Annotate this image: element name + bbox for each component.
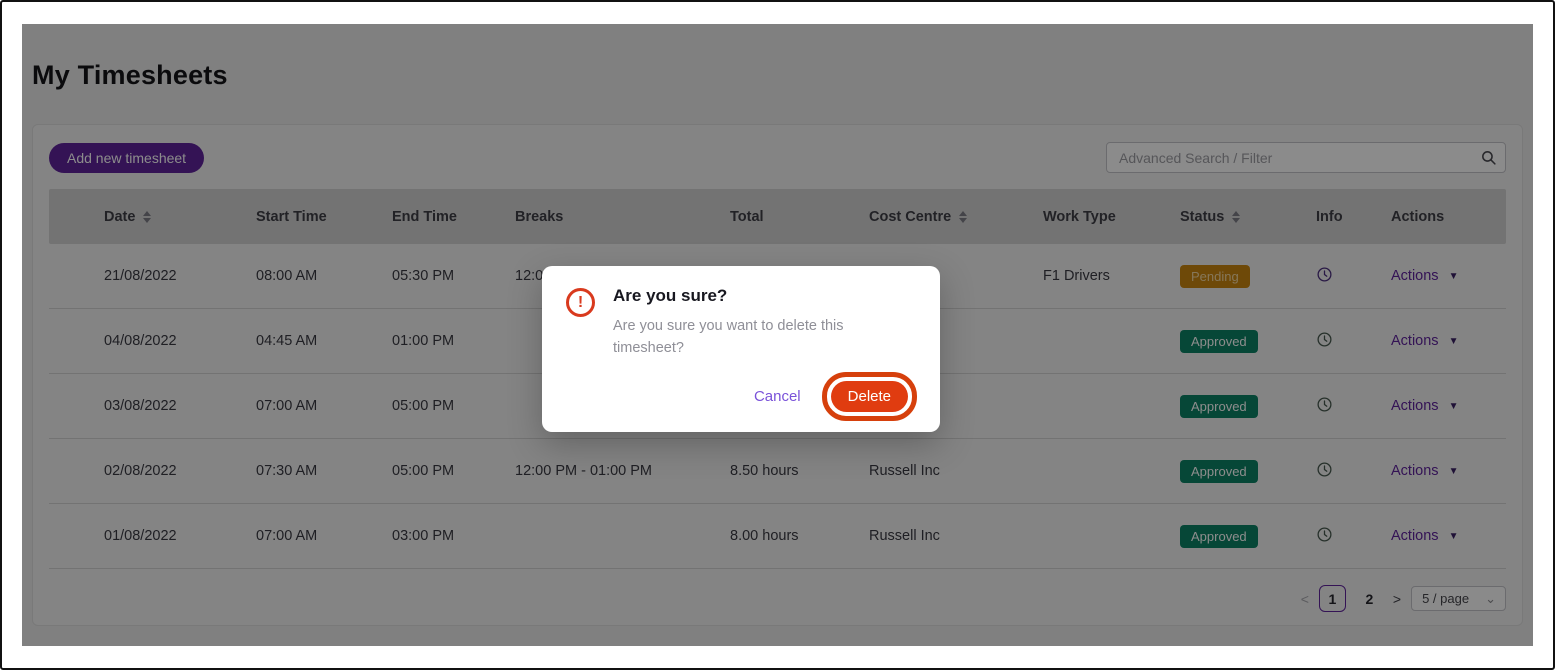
confirm-delete-dialog: ! Are you sure? Are you sure you want to… — [542, 266, 940, 432]
screenshot-frame: My Timesheets Add new timesheet Date — [0, 0, 1555, 670]
app-window: My Timesheets Add new timesheet Date — [22, 24, 1533, 646]
warning-icon: ! — [566, 288, 595, 317]
dialog-header: ! Are you sure? Are you sure you want to… — [566, 286, 916, 360]
cancel-button[interactable]: Cancel — [754, 388, 801, 405]
dialog-message: Are you sure you want to delete this tim… — [613, 315, 877, 360]
delete-button-highlight-ring: Delete — [831, 381, 908, 412]
dialog-footer: Cancel Delete — [566, 380, 916, 414]
delete-button[interactable]: Delete — [831, 381, 908, 412]
dialog-title: Are you sure? — [613, 286, 877, 306]
